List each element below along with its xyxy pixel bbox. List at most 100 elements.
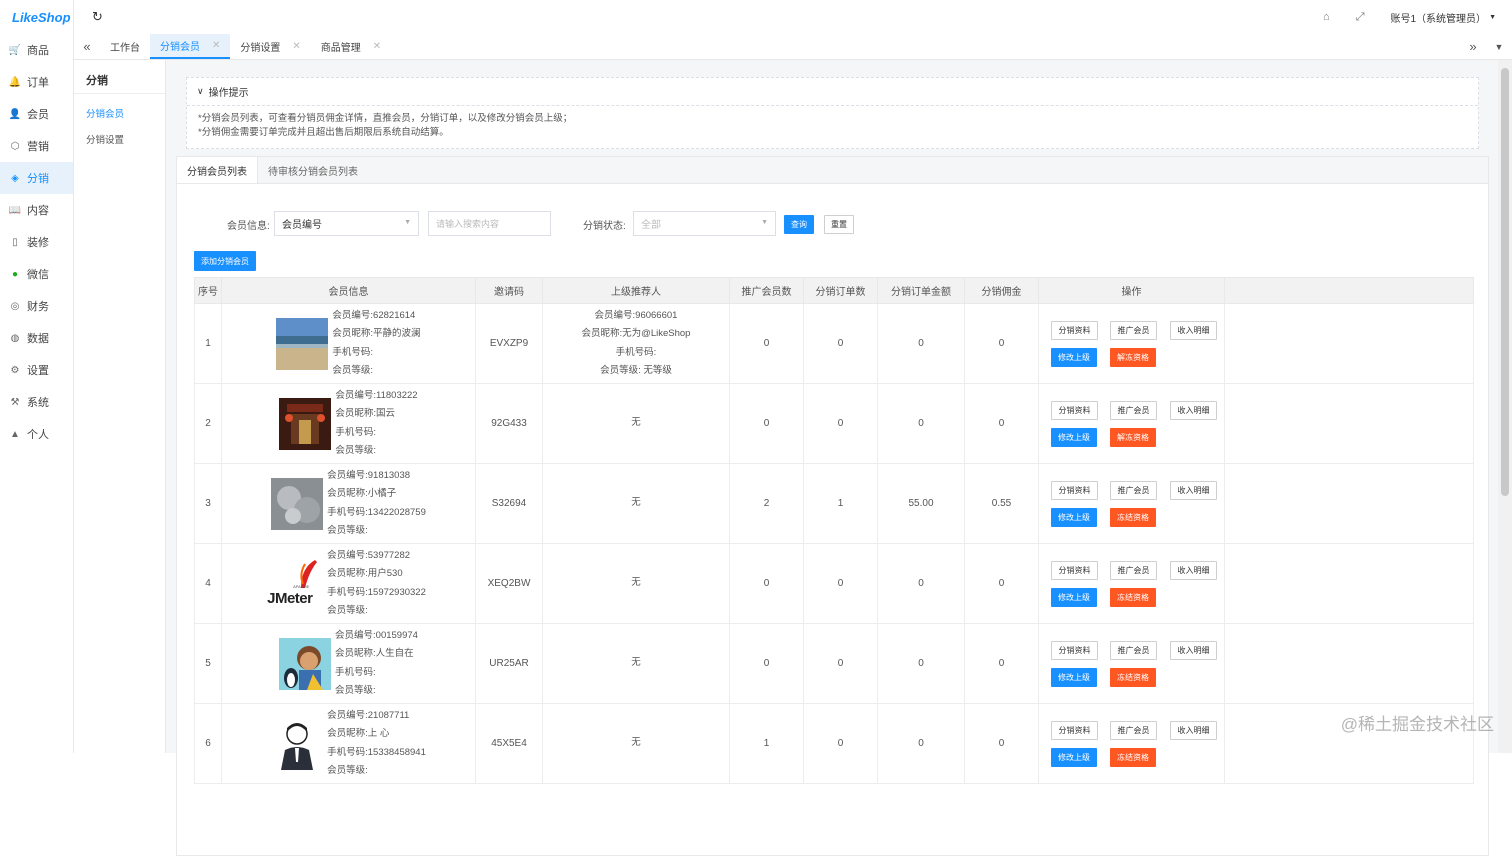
tag-icon[interactable]: ⌂	[1323, 11, 1330, 23]
toggle-qualification-button[interactable]: 冻结资格	[1110, 588, 1156, 607]
account-menu[interactable]: 账号1（系统管理员）	[1391, 10, 1487, 25]
row-no: 2	[195, 384, 222, 464]
referrer-cell: 无	[543, 624, 730, 704]
sidebar: LikeShop 🛒商品🔔订单👤会员⬡营销◈分销📖内容▯装修●微信◎财务◍数据⚙…	[0, 0, 74, 753]
sidebar-item-6[interactable]: ▯装修	[0, 226, 73, 258]
sidebar-item-2[interactable]: 👤会员	[0, 98, 73, 130]
edit-parent-button[interactable]: 修改上级	[1051, 668, 1097, 687]
scrollbar-thumb[interactable]	[1501, 68, 1509, 496]
edit-parent-button[interactable]: 修改上级	[1051, 588, 1097, 607]
toggle-qualification-button[interactable]: 冻结资格	[1110, 508, 1156, 527]
search-input[interactable]: 请输入搜索内容	[428, 211, 551, 236]
reset-button[interactable]: 重置	[824, 215, 854, 234]
refresh-icon[interactable]: ↻	[92, 9, 103, 25]
sidebar-item-9[interactable]: ◍数据	[0, 322, 73, 354]
profile-button[interactable]: 分销资料	[1051, 721, 1098, 740]
toggle-qualification-button[interactable]: 冻结资格	[1110, 668, 1156, 687]
actions: 分销资料推广会员收入明细修改上级冻结资格	[1039, 478, 1225, 530]
chevron-down-icon[interactable]: ▼	[1489, 14, 1496, 21]
tab-3[interactable]: 商品管理✕	[311, 34, 391, 59]
member-nick: 会员昵称:国云	[335, 405, 417, 423]
sidebar-item-0[interactable]: 🛒商品	[0, 34, 73, 66]
topbar-right: ⌂ ⤢ 账号1（系统管理员） ▼	[1323, 10, 1496, 25]
member-details: 会员编号:00159974会员昵称:人生自在手机号码:会员等级:	[335, 627, 418, 700]
income-detail-button[interactable]: 收入明细	[1170, 641, 1217, 660]
member-info: 会员编号:21087711会员昵称:上 心手机号码:15338458941会员等…	[222, 707, 475, 780]
sidebar-item-1[interactable]: 🔔订单	[0, 66, 73, 98]
edit-parent-button[interactable]: 修改上级	[1051, 508, 1097, 527]
income-detail-button[interactable]: 收入明细	[1170, 561, 1217, 580]
tab-pending-members[interactable]: 待审核分销会员列表	[258, 157, 368, 183]
commission: 0	[965, 384, 1039, 464]
tabs-menu-icon[interactable]: ▼	[1486, 34, 1512, 59]
edit-parent-button[interactable]: 修改上级	[1051, 348, 1097, 367]
book-icon: 📖	[9, 204, 21, 216]
toggle-qualification-button[interactable]: 冻结资格	[1110, 748, 1156, 767]
member-avatar	[279, 638, 331, 690]
edit-parent-button[interactable]: 修改上级	[1051, 748, 1097, 767]
sidebar-item-4[interactable]: ◈分销	[0, 162, 73, 194]
promote-members-button[interactable]: 推广会员	[1110, 641, 1157, 660]
referrer-line: 无	[543, 574, 729, 592]
profile-button[interactable]: 分销资料	[1051, 481, 1098, 500]
sidebar-item-7[interactable]: ●微信	[0, 258, 73, 290]
profile-button[interactable]: 分销资料	[1051, 561, 1098, 580]
promote-members-button[interactable]: 推广会员	[1110, 481, 1157, 500]
actions: 分销资料推广会员收入明细修改上级冻结资格	[1039, 718, 1225, 770]
promote-members-button[interactable]: 推广会员	[1110, 321, 1157, 340]
profile-button[interactable]: 分销资料	[1051, 641, 1098, 660]
profile-button[interactable]: 分销资料	[1051, 401, 1098, 420]
tab-0[interactable]: 工作台	[100, 34, 150, 59]
blank-cell	[1225, 384, 1474, 464]
member-info-cell: 会员编号:91813038会员昵称:小橘子手机号码:13422028759会员等…	[222, 464, 476, 544]
fullscreen-icon[interactable]: ⤢	[1356, 11, 1365, 24]
member-nick: 会员昵称:平静的波澜	[332, 325, 420, 343]
profile-button[interactable]: 分销资料	[1051, 321, 1098, 340]
referrer-cell: 无	[543, 464, 730, 544]
status-select[interactable]: 全部 ▼	[633, 211, 776, 236]
col-referrer: 上级推荐人	[543, 278, 730, 304]
query-button[interactable]: 查询	[784, 215, 814, 234]
status-select-value: 全部	[641, 216, 661, 231]
finance-icon: ◎	[9, 300, 21, 312]
tab-member-list[interactable]: 分销会员列表	[177, 157, 258, 183]
toggle-qualification-button[interactable]: 解冻资格	[1110, 428, 1156, 447]
tabs-scroll-right-icon[interactable]: »	[1460, 34, 1486, 59]
sidebar-item-3[interactable]: ⬡营销	[0, 130, 73, 162]
close-icon[interactable]: ✕	[292, 41, 300, 52]
add-member-button[interactable]: 添加分销会员	[194, 251, 256, 271]
income-detail-button[interactable]: 收入明细	[1170, 481, 1217, 500]
edit-parent-button[interactable]: 修改上级	[1051, 428, 1097, 447]
close-icon[interactable]: ✕	[212, 40, 220, 51]
income-detail-button[interactable]: 收入明细	[1170, 721, 1217, 740]
promote-members-button[interactable]: 推广会员	[1110, 401, 1157, 420]
tab-2[interactable]: 分销设置✕	[230, 34, 310, 59]
sidebar-item-12[interactable]: ▲个人	[0, 418, 73, 450]
sub-nav-item-0[interactable]: 分销会员	[74, 100, 165, 126]
order-count: 0	[804, 624, 878, 704]
member-level: 会员等级:	[335, 682, 418, 700]
sidebar-item-8[interactable]: ◎财务	[0, 290, 73, 322]
income-detail-button[interactable]: 收入明细	[1170, 321, 1217, 340]
promote-members-button[interactable]: 推广会员	[1110, 721, 1157, 740]
sidebar-item-11[interactable]: ⚒系统	[0, 386, 73, 418]
tabs-scroll-left-icon[interactable]: «	[74, 34, 100, 59]
referrer-cell: 无	[543, 384, 730, 464]
page-scrollbar[interactable]	[1498, 60, 1512, 753]
tab-1[interactable]: 分销会员✕	[150, 34, 230, 59]
sidebar-item-10[interactable]: ⚙设置	[0, 354, 73, 386]
app-logo[interactable]: LikeShop	[0, 0, 73, 34]
close-icon[interactable]: ✕	[373, 41, 381, 52]
order-amount: 0	[878, 704, 965, 784]
income-detail-button[interactable]: 收入明细	[1170, 401, 1217, 420]
sidebar-item-label: 装修	[27, 234, 49, 250]
toggle-qualification-button[interactable]: 解冻资格	[1110, 348, 1156, 367]
referrer-line: 会员昵称:无为@LikeShop	[543, 325, 729, 343]
promote-members-button[interactable]: 推广会员	[1110, 561, 1157, 580]
tips-line: *分销会员列表，可查看分销员佣金详情，直推会员，分销订单，以及修改分销会员上级；	[187, 112, 1478, 126]
member-info-select[interactable]: 会员编号 ▼	[274, 211, 419, 236]
member-details: 会员编号:91813038会员昵称:小橘子手机号码:13422028759会员等…	[327, 467, 426, 540]
sub-nav-item-1[interactable]: 分销设置	[74, 126, 165, 152]
sidebar-item-5[interactable]: 📖内容	[0, 194, 73, 226]
tips-toggle[interactable]: ∨ 操作提示	[187, 78, 1478, 106]
